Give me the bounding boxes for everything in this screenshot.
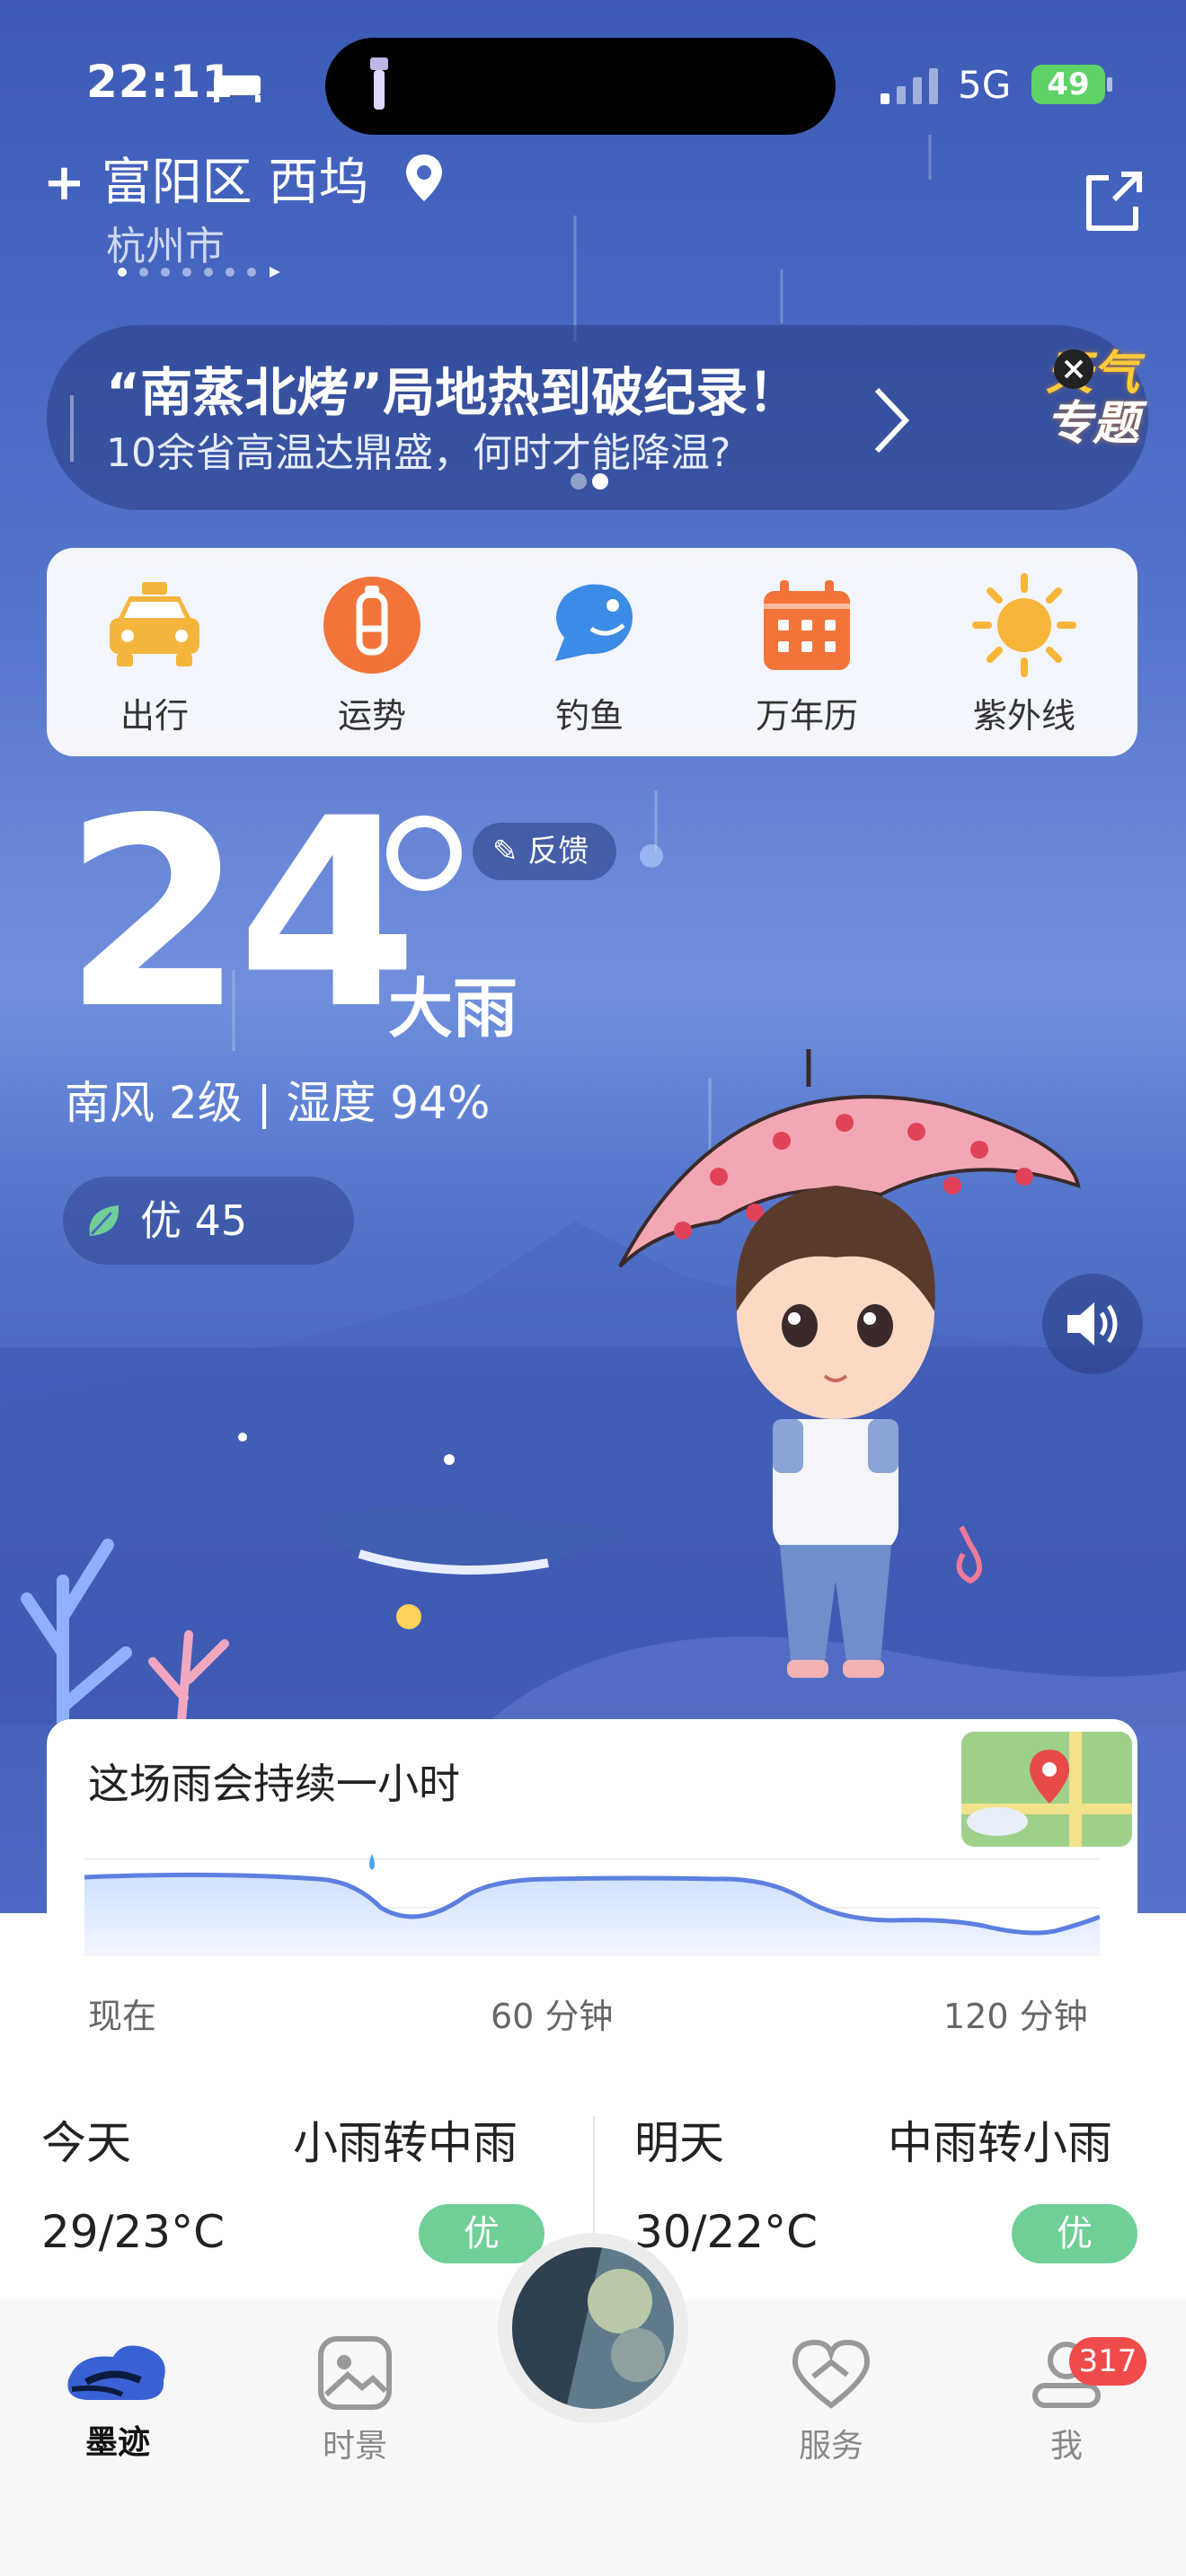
location-city: 杭州市 [106,224,225,269]
taxi-icon [110,582,199,666]
flashlight-icon [370,57,388,110]
rain-label-120: 120 分钟 [943,1997,1088,2036]
aqi-pill[interactable]: 优 45 [63,1177,354,1265]
signal-icon [881,68,938,104]
special-topic-line2: 专题 [1046,397,1140,451]
moji-logo-icon [67,2345,165,2400]
city-page-dots [118,267,280,278]
tab-label: 我 [1049,2428,1083,2465]
tools-card: 出行 运势 钓鱼 万年历 紫外线 [47,548,1137,756]
rain-forecast-title: 这场雨会持续一小时 [88,1760,460,1808]
tool-label: 运势 [337,696,406,736]
battery-level: 49 [1031,65,1105,104]
tool-label: 钓鱼 [554,696,624,736]
degree-symbol [386,816,462,891]
add-city-icon[interactable]: + [43,154,85,212]
fortune-icon [323,577,420,674]
close-icon[interactable] [1053,348,1094,390]
share-icon[interactable] [1082,169,1145,234]
center-live-button[interactable] [512,2247,674,2409]
current-temperature: 24 [63,763,419,1066]
tool-uv[interactable]: 紫外线 [916,548,1132,737]
forecast-tomorrow-aqi: 优 [1012,2204,1137,2263]
forecast-today-temp: 29/23°C [41,2206,226,2258]
tool-label: 万年历 [755,696,858,736]
forecast-today-condition: 小雨转中雨 [293,2117,518,2169]
feedback-button[interactable]: ✎ 反馈 [473,823,616,880]
tool-fortune[interactable]: 运势 [264,548,480,737]
tab-scenes[interactable]: 时景 [279,2335,431,2466]
banner-title[interactable]: “南蒸北烤”局地热到破纪录！ [106,350,800,426]
location-pin-icon [406,154,442,201]
banner-page-dots [571,473,608,490]
rain-forecast-card[interactable]: 这场雨会持续一小时 现在 60 分钟 120 分钟 [47,1719,1137,2064]
tool-label: 出行 [119,696,189,736]
bed-icon [214,75,261,102]
tab-services[interactable]: 服务 [755,2335,907,2466]
map-pin-icon [961,1732,1132,1847]
tool-travel[interactable]: 出行 [47,548,262,737]
forecast-today-aqi: 优 [419,2204,544,2263]
rain-map-thumbnail[interactable] [961,1732,1132,1847]
rain-label-now: 现在 [88,1997,157,2036]
aqi-value: 优 45 [140,1196,248,1245]
sun-icon [972,573,1076,677]
forecast-tomorrow-label: 明天 [634,2117,724,2169]
notification-badge: 317 [1069,2337,1146,2386]
rain-photo-thumbnail [512,2247,674,2409]
handshake-icon [792,2339,871,2409]
location-header[interactable]: + 富阳区 西坞 [43,142,369,215]
pencil-icon: ✎ [492,834,518,869]
speaker-button[interactable] [1042,1274,1143,1374]
chevron-right-icon[interactable] [870,384,915,456]
tool-calendar[interactable]: 万年历 [699,548,915,737]
tool-label: 紫外线 [972,696,1075,736]
forecast-today-label: 今天 [41,2117,131,2169]
wind-humidity: 南风 2级 | 湿度 94% [65,1077,491,1129]
tab-label: 时景 [322,2428,387,2465]
calendar-icon [764,580,850,670]
rain-label-60: 60 分钟 [491,1997,614,2036]
forecast-tomorrow-temp: 30/22°C [634,2206,819,2258]
forecast-tomorrow-condition: 中雨转小雨 [888,2117,1112,2169]
fish-icon [555,584,633,661]
location-district: 富阳区 西坞 [101,154,369,212]
battery-tip [1107,77,1112,92]
tab-label: 墨迹 [84,2424,150,2461]
banner-divider [70,395,74,462]
dynamic-island [325,38,836,135]
forecast-divider [593,2116,595,2260]
rain-intensity-chart [84,1854,1100,1955]
tool-fishing[interactable]: 钓鱼 [482,548,697,737]
leaf-icon [89,1205,119,1236]
banner-subtitle[interactable]: 10余省高温达鼎盛，何时才能降温? [106,420,730,478]
tab-moji[interactable]: 墨迹 [41,2335,194,2463]
feedback-label: 反馈 [527,834,589,869]
image-icon [318,2336,392,2410]
moon-icon [640,844,663,868]
tab-label: 服务 [798,2428,863,2465]
character-illustration [618,1049,1081,1678]
network-type: 5G [958,63,1012,107]
current-condition: 大雨 [388,971,518,1046]
speaker-icon [1067,1302,1118,1345]
